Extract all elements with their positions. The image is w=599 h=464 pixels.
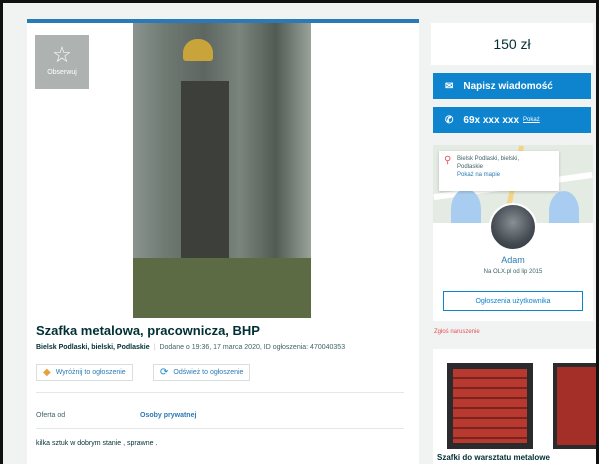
map-water xyxy=(451,189,481,223)
phone-show-link[interactable]: Pokaż xyxy=(523,117,540,123)
map-water xyxy=(549,191,579,223)
map-location-card: ⚲ Bielsk Podlaski, bielski, Podlaskie Po… xyxy=(439,151,559,191)
seller-since: Na OLX.pl od lip 2015 xyxy=(483,269,543,275)
message-button[interactable]: ✉ Napisz wiadomość xyxy=(433,73,591,99)
listing-meta: Bielsk Podlaski, bielski, Podlaskie | Doda… xyxy=(36,344,345,351)
price: 150 zł xyxy=(493,36,531,52)
seller-ads-button[interactable]: Ogłoszenia użytkownika xyxy=(443,291,583,311)
promote-label: Wyróżnij to ogłoszenie xyxy=(55,369,126,376)
avatar[interactable] xyxy=(489,203,537,251)
offer-from-value[interactable]: Osoby prywatnej xyxy=(140,412,196,419)
helmet-image-detail xyxy=(183,39,213,61)
message-button-label: Napisz wiadomość xyxy=(463,80,553,92)
promo-image xyxy=(553,363,596,449)
report-link[interactable]: Zgłoś naruszenie xyxy=(434,329,480,335)
refresh-label: Odśwież to ogłoszenie xyxy=(173,369,244,376)
favorite-label: Obserwuj xyxy=(47,69,77,76)
favorite-button[interactable]: ☆ Obserwuj xyxy=(35,35,89,89)
map-location-line2: Podlaskie xyxy=(457,164,484,170)
divider xyxy=(36,392,404,393)
promo-image xyxy=(447,363,533,449)
phone-button[interactable]: ✆ 69x xxx xxx Pokaż xyxy=(433,107,591,133)
envelope-icon: ✉ xyxy=(445,80,454,92)
seller-name[interactable]: Adam xyxy=(433,255,593,265)
divider xyxy=(36,428,404,429)
page-frame: ☆ Obserwuj Szafka metalowa, pracownicza,… xyxy=(0,0,599,464)
promote-button[interactable]: ◆ Wyróżnij to ogłoszenie xyxy=(36,364,133,381)
location-pin-icon: ⚲ xyxy=(444,155,452,166)
map-location-line1: Bielsk Podlaski, bielski, xyxy=(457,156,520,162)
listing-photo[interactable] xyxy=(133,23,311,318)
listing-title: Szafka metalowa, pracownicza, BHP xyxy=(36,323,260,338)
phone-icon: ✆ xyxy=(445,114,454,126)
refresh-icon: ⟳ xyxy=(160,367,169,378)
price-box: 150 zł xyxy=(431,23,593,65)
meta-separator: | xyxy=(153,344,156,351)
promo-ad[interactable]: Szafki do warsztatu metalowe xyxy=(433,349,596,464)
promo-title: Szafki do warsztatu metalowe xyxy=(437,453,550,462)
kite-icon: ◆ xyxy=(43,367,51,378)
listing-added: Dodane o 19:36, 17 marca 2020, ID ogłosz… xyxy=(159,344,346,351)
show-on-map-link[interactable]: Pokaż na mapie xyxy=(457,171,555,179)
phone-number: 69x xxx xxx xyxy=(463,114,520,126)
ground-image-detail xyxy=(133,258,311,318)
star-icon: ☆ xyxy=(52,42,72,67)
listing-description: kilka sztuk w dobrym stanie , sprawne . xyxy=(36,440,158,447)
listing-location[interactable]: Bielsk Podlaski, bielski, Podlaskie xyxy=(36,344,150,351)
offer-from-label: Oferta od xyxy=(36,412,66,419)
seller-card: ⚲ Bielsk Podlaski, bielski, Podlaskie Po… xyxy=(433,145,593,321)
refresh-button[interactable]: ⟳ Odśwież to ogłoszenie xyxy=(153,364,251,381)
cabinet-drawers xyxy=(453,369,527,443)
